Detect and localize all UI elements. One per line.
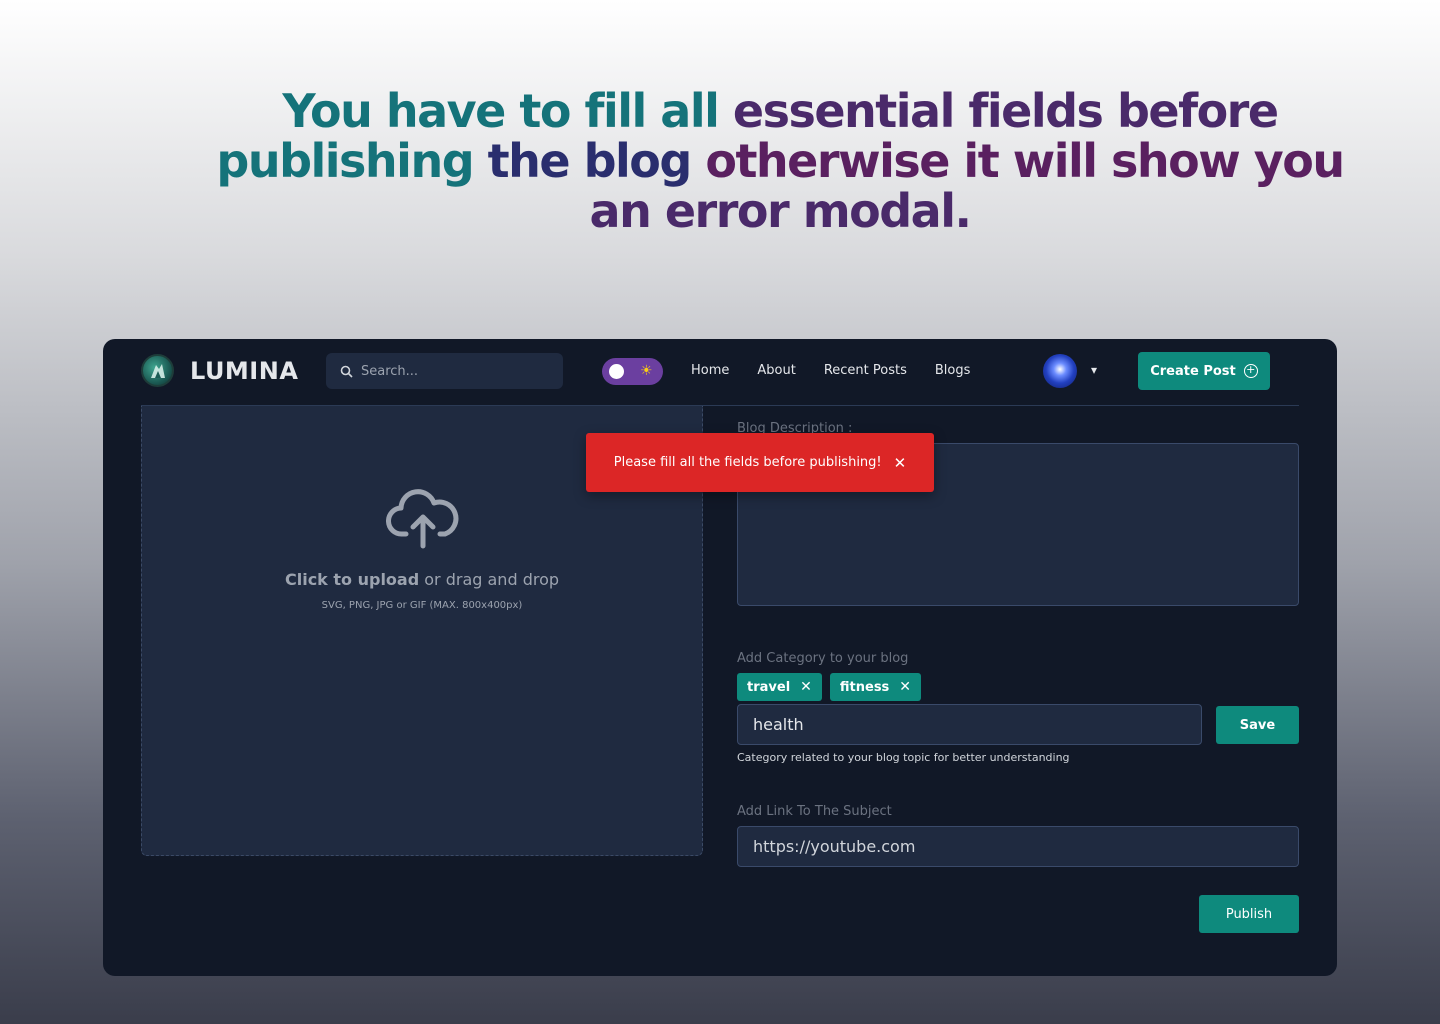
upload-formats: SVG, PNG, JPG or GIF (MAX. 800x400px) xyxy=(321,600,523,611)
search-box[interactable] xyxy=(326,353,563,389)
close-icon[interactable]: ✕ xyxy=(894,454,907,472)
headline-part: otherwise it will show you xyxy=(705,134,1345,188)
nav-links: Home About Recent Posts Blogs xyxy=(691,363,970,378)
category-tag: travel ✕ xyxy=(737,673,822,701)
tag-label: fitness xyxy=(839,679,890,695)
category-help-text: Category related to your blog topic for … xyxy=(737,751,1070,764)
nav-link-about[interactable]: About xyxy=(757,363,795,378)
category-label: Add Category to your blog xyxy=(737,651,909,666)
search-icon xyxy=(340,365,353,378)
error-toast: Please fill all the fields before publis… xyxy=(586,433,934,492)
app-window: LUMINA ☀ Home About Recent Posts Blogs ▾… xyxy=(103,339,1337,976)
headline: You have to fill all essential fields be… xyxy=(160,86,1400,236)
search-input[interactable] xyxy=(361,363,551,379)
avatar[interactable] xyxy=(1043,354,1077,388)
nav-link-blogs[interactable]: Blogs xyxy=(935,363,971,378)
toast-message: Please fill all the fields before publis… xyxy=(613,455,882,470)
headline-part: You have to fill all xyxy=(282,84,719,138)
navbar: LUMINA ☀ Home About Recent Posts Blogs ▾… xyxy=(103,339,1337,405)
tag-label: travel xyxy=(747,679,791,695)
chevron-down-icon[interactable]: ▾ xyxy=(1091,363,1097,377)
create-post-label: Create Post xyxy=(1150,363,1236,379)
sun-icon: ☀ xyxy=(640,363,653,379)
cloud-upload-icon xyxy=(386,489,459,549)
remove-tag-icon[interactable]: ✕ xyxy=(800,679,812,695)
category-input[interactable] xyxy=(737,704,1202,745)
link-input[interactable] xyxy=(737,826,1299,867)
link-label: Add Link To The Subject xyxy=(737,804,892,819)
theme-toggle[interactable]: ☀ xyxy=(602,358,663,385)
nav-link-recent-posts[interactable]: Recent Posts xyxy=(824,363,907,378)
headline-part: essential fields before xyxy=(732,84,1279,138)
category-tags: travel ✕ fitness ✕ xyxy=(737,673,922,701)
remove-tag-icon[interactable]: ✕ xyxy=(899,679,911,695)
upload-drag-text: or drag and drop xyxy=(424,570,560,589)
upload-click-text[interactable]: Click to upload xyxy=(285,570,419,589)
headline-part: publishing xyxy=(216,134,474,188)
publish-button[interactable]: Publish xyxy=(1199,895,1299,933)
headline-part: the blog xyxy=(487,134,693,188)
upload-instructions: Click to upload or drag and drop xyxy=(142,570,702,589)
save-category-button[interactable]: Save xyxy=(1216,706,1299,744)
create-post-button[interactable]: Create Post + xyxy=(1138,352,1270,390)
headline-part: an error modal. xyxy=(589,184,972,238)
brand-name[interactable]: LUMINA xyxy=(190,357,298,385)
plus-circle-icon: + xyxy=(1243,364,1258,378)
category-tag: fitness ✕ xyxy=(829,673,922,701)
nav-link-home[interactable]: Home xyxy=(691,363,729,378)
toggle-knob xyxy=(609,364,624,379)
logo-icon[interactable] xyxy=(141,354,174,387)
